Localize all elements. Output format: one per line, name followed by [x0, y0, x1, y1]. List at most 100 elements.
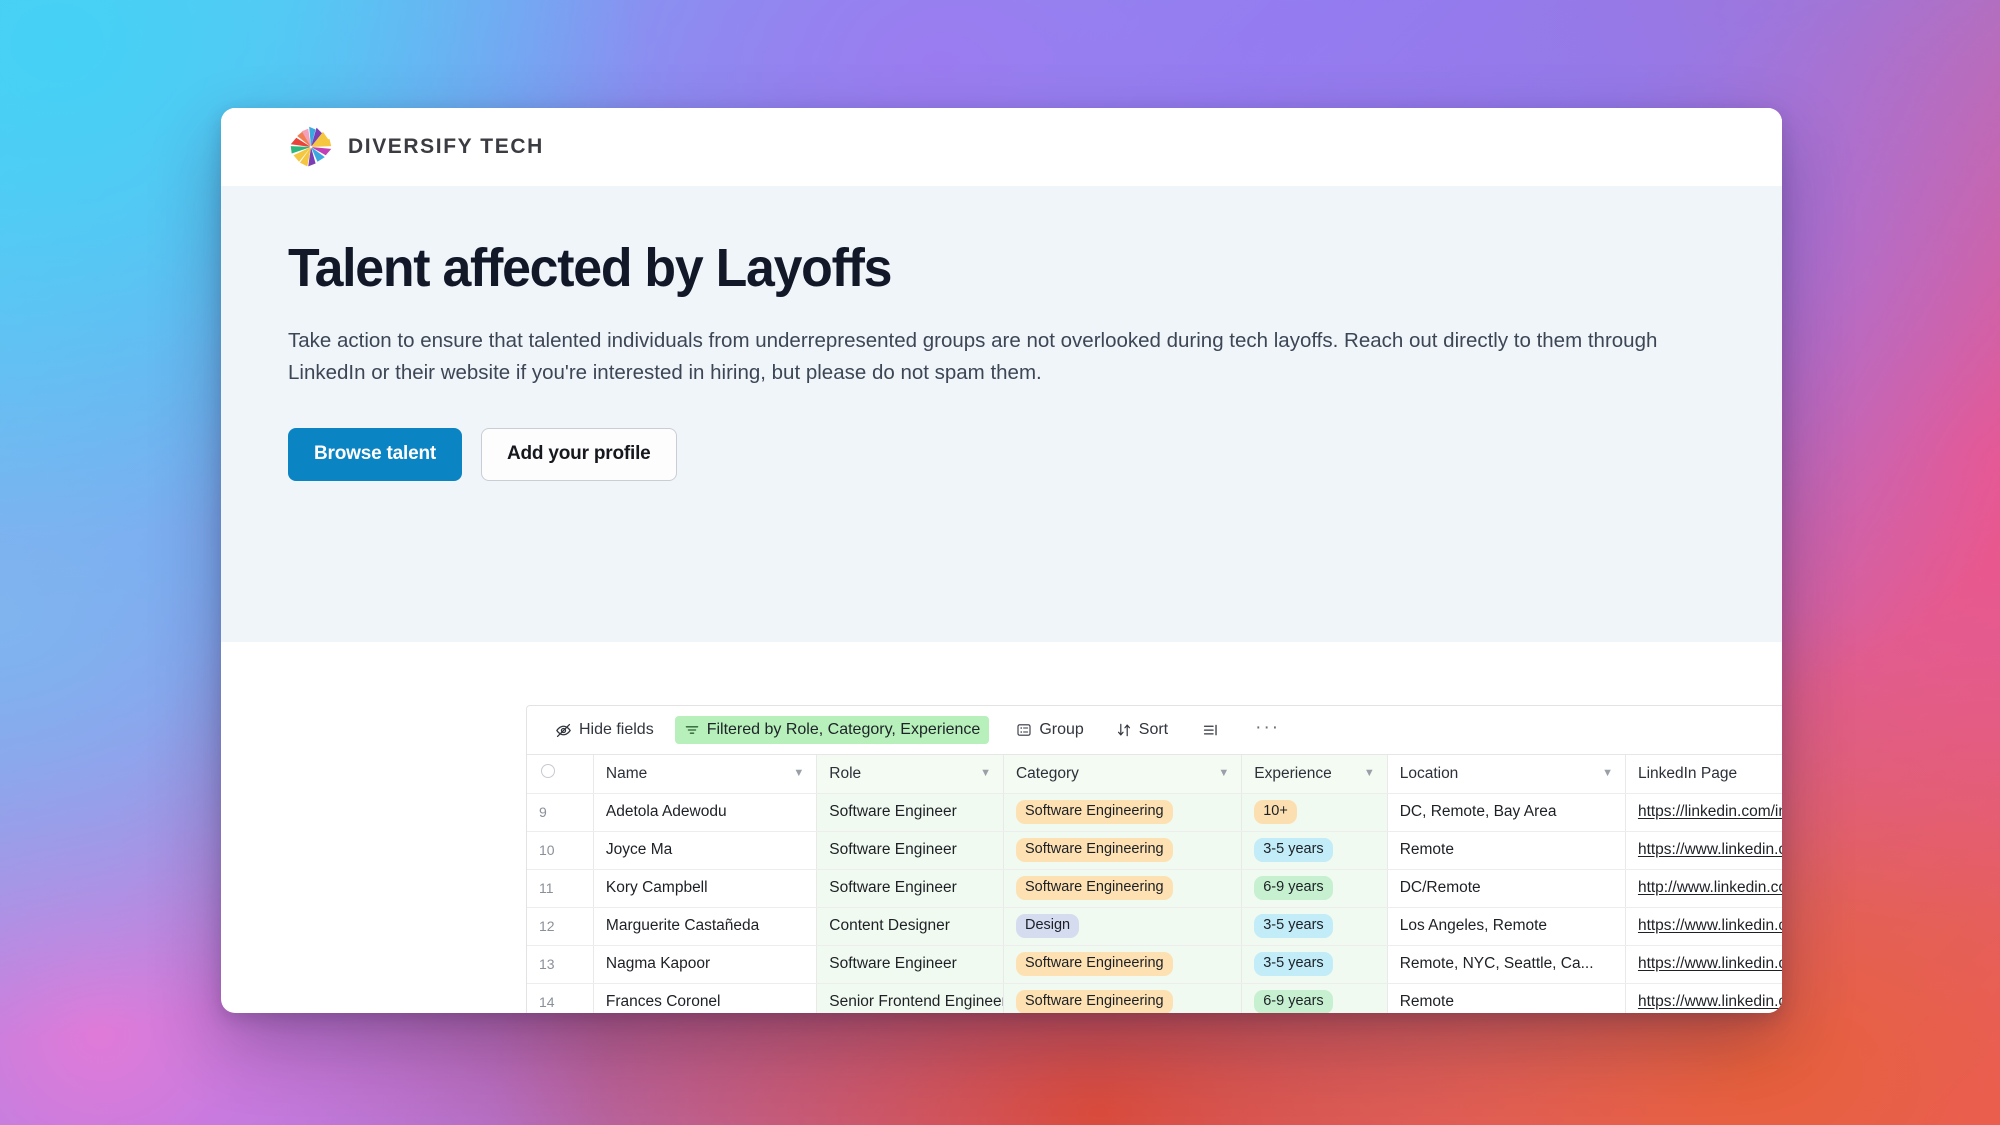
- cell-category[interactable]: Software Engineering: [1003, 983, 1243, 1013]
- linkedin-link[interactable]: https://www.linkedin.com/...: [1638, 955, 1782, 972]
- cell-category[interactable]: Software Engineering: [1003, 945, 1243, 984]
- cell-linkedin[interactable]: https://www.linkedin.com/...: [1625, 983, 1782, 1013]
- cell-location[interactable]: Remote: [1387, 983, 1626, 1013]
- header-row: Name ▼ Role ▼ Category ▼ Experience ▼ Locati: [527, 755, 1782, 794]
- chevron-down-icon[interactable]: ▼: [793, 768, 804, 779]
- add-your-profile-button[interactable]: Add your profile: [481, 427, 677, 481]
- column-label-linkedin: LinkedIn Page: [1637, 764, 1738, 782]
- column-header-role[interactable]: Role ▼: [816, 755, 1004, 794]
- cell-role[interactable]: Senior Frontend Engineer: [816, 983, 1004, 1013]
- chevron-down-icon[interactable]: ▼: [1218, 768, 1229, 779]
- talent-table: Name ▼ Role ▼ Category ▼ Experience ▼ Locati: [527, 755, 1782, 1013]
- browse-talent-button[interactable]: Browse talent: [288, 427, 462, 481]
- airtable-grid[interactable]: Name ▼ Role ▼ Category ▼ Experience ▼ Locati: [527, 755, 1782, 1013]
- row-number: 11: [527, 869, 594, 908]
- cell-name[interactable]: Marguerite Castañeda: [593, 907, 818, 946]
- row-number: 13: [527, 945, 594, 984]
- cell-linkedin[interactable]: http://www.linkedin.com/i...: [1625, 869, 1782, 908]
- sort-button[interactable]: Sort: [1107, 716, 1177, 744]
- cell-experience[interactable]: 3-5 years: [1241, 907, 1388, 946]
- column-label-experience: Experience: [1254, 764, 1332, 782]
- cell-experience[interactable]: 6-9 years: [1241, 983, 1388, 1013]
- hero-section: Talent affected by Layoffs Take action t…: [221, 186, 1782, 642]
- cell-location[interactable]: DC/Remote: [1387, 869, 1626, 908]
- linkedin-link[interactable]: http://www.linkedin.com/i...: [1638, 879, 1782, 896]
- column-header-experience[interactable]: Experience ▼: [1241, 755, 1388, 794]
- cell-category[interactable]: Software Engineering: [1003, 793, 1243, 832]
- category-badge: Software Engineering: [1015, 838, 1173, 862]
- chevron-down-icon[interactable]: ▼: [1364, 768, 1375, 779]
- cell-category[interactable]: Software Engineering: [1003, 831, 1243, 870]
- cell-experience[interactable]: 6-9 years: [1241, 869, 1388, 908]
- brand-logo-lockup[interactable]: DIVERSIFY TECH: [288, 124, 544, 170]
- chevron-down-icon[interactable]: ▼: [1602, 768, 1613, 779]
- table-row[interactable]: 11 Kory Campbell Software Engineer Software…: [527, 869, 1782, 908]
- column-header-select[interactable]: [527, 755, 594, 794]
- table-row[interactable]: 14 Frances Coronel Senior Frontend Enginee…: [527, 983, 1782, 1013]
- cell-role[interactable]: Software Engineer: [816, 869, 1004, 908]
- cell-linkedin[interactable]: https://www.linkedin.com/...: [1625, 907, 1782, 946]
- column-header-category[interactable]: Category ▼: [1003, 755, 1243, 794]
- cell-name[interactable]: Kory Campbell: [593, 869, 818, 908]
- cell-category[interactable]: Design: [1003, 907, 1243, 946]
- cell-experience[interactable]: 3-5 years: [1241, 831, 1388, 870]
- hide-fields-button[interactable]: Hide fields: [546, 716, 663, 744]
- cell-location[interactable]: Remote, NYC, Seattle, Ca...: [1387, 945, 1626, 984]
- cell-location[interactable]: DC, Remote, Bay Area: [1387, 793, 1626, 832]
- experience-badge: 3-5 years: [1254, 952, 1333, 976]
- column-label-category: Category: [1015, 764, 1079, 782]
- column-label-name: Name: [605, 764, 648, 782]
- hero-actions: Browse talent Add your profile: [288, 427, 1715, 481]
- experience-badge: 6-9 years: [1254, 990, 1333, 1013]
- experience-badge: 6-9 years: [1254, 876, 1333, 900]
- page-title: Talent affected by Layoffs: [288, 238, 892, 298]
- experience-badge: 3-5 years: [1254, 838, 1333, 862]
- linkedin-link[interactable]: https://www.linkedin.com/...: [1638, 917, 1782, 934]
- table-body: 9 Adetola Adewodu Software Engineer Softwar…: [527, 793, 1782, 1013]
- cell-experience[interactable]: 3-5 years: [1241, 945, 1388, 984]
- row-number: 9: [527, 793, 594, 832]
- cell-location[interactable]: Remote: [1387, 831, 1626, 870]
- cell-experience[interactable]: 10+: [1241, 793, 1388, 832]
- filter-button[interactable]: Filtered by Role, Category, Experience: [674, 716, 990, 744]
- app-card: DIVERSIFY TECH Talent affected by Layoff…: [221, 108, 1782, 1013]
- cell-name[interactable]: Adetola Adewodu: [593, 793, 818, 832]
- cell-category[interactable]: Software Engineering: [1003, 869, 1243, 908]
- linkedin-link[interactable]: https://www.linkedin.com/...: [1638, 841, 1782, 858]
- cell-role[interactable]: Software Engineer: [816, 793, 1004, 832]
- table-row[interactable]: 12 Marguerite Castañeda Content Designer De…: [527, 907, 1782, 946]
- cell-linkedin[interactable]: https://www.linkedin.com/...: [1625, 945, 1782, 984]
- group-button[interactable]: Group: [1007, 716, 1092, 744]
- column-header-name[interactable]: Name ▼: [593, 755, 818, 794]
- more-options-button[interactable]: ···: [1246, 712, 1289, 748]
- filter-icon: [684, 722, 700, 738]
- cell-linkedin[interactable]: https://linkedin.com/in/ad...: [1625, 793, 1782, 832]
- chevron-down-icon[interactable]: ▼: [980, 768, 991, 779]
- cell-role[interactable]: Content Designer: [816, 907, 1004, 946]
- table-header: Name ▼ Role ▼ Category ▼ Experience ▼ Locati: [527, 755, 1782, 794]
- cell-role[interactable]: Software Engineer: [816, 831, 1004, 870]
- linkedin-link[interactable]: https://linkedin.com/in/ad...: [1638, 803, 1782, 820]
- navigation-bar: DIVERSIFY TECH: [221, 108, 1782, 186]
- column-header-location[interactable]: Location ▼: [1387, 755, 1626, 794]
- cell-location[interactable]: Los Angeles, Remote: [1387, 907, 1626, 946]
- column-header-linkedin[interactable]: LinkedIn Page▼: [1625, 755, 1782, 794]
- row-height-icon: [1202, 722, 1219, 739]
- row-height-button[interactable]: [1193, 717, 1228, 744]
- airtable-embed: Hide fields Filtered by Role, Category, …: [526, 705, 1782, 1013]
- cell-name[interactable]: Nagma Kapoor: [593, 945, 818, 984]
- sort-label: Sort: [1138, 721, 1169, 738]
- row-number: 12: [527, 907, 594, 946]
- linkedin-link[interactable]: https://www.linkedin.com/...: [1638, 993, 1782, 1010]
- column-label-role: Role: [829, 764, 862, 782]
- cell-name[interactable]: Frances Coronel: [593, 983, 818, 1013]
- select-all-circle-icon[interactable]: [541, 764, 555, 779]
- table-row[interactable]: 9 Adetola Adewodu Software Engineer Softwar…: [527, 793, 1782, 832]
- cell-role[interactable]: Software Engineer: [816, 945, 1004, 984]
- hide-fields-label: Hide fields: [579, 721, 654, 738]
- cell-name[interactable]: Joyce Ma: [593, 831, 818, 870]
- sort-arrows-icon: [1116, 722, 1132, 738]
- table-row[interactable]: 10 Joyce Ma Software Engineer Software Engi…: [527, 831, 1782, 870]
- cell-linkedin[interactable]: https://www.linkedin.com/...: [1625, 831, 1782, 870]
- table-row[interactable]: 13 Nagma Kapoor Software Engineer Software …: [527, 945, 1782, 984]
